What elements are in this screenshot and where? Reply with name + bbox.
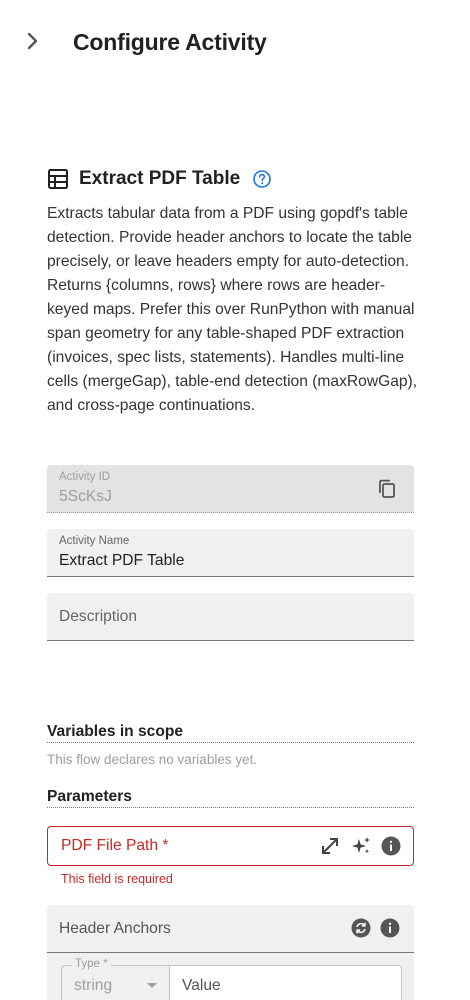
description-placeholder: Description — [59, 608, 137, 625]
header-anchors-header[interactable]: Header Anchors — [47, 905, 414, 953]
header-anchors-actions — [351, 918, 400, 938]
anchor-type-select[interactable]: Type * string — [61, 958, 169, 1000]
sparkles-icon[interactable] — [350, 835, 372, 857]
pdf-field-actions — [319, 835, 401, 857]
help-circle-icon[interactable] — [252, 169, 272, 189]
parameters-section-title: Parameters — [47, 788, 414, 808]
activity-name-field[interactable]: Activity Name Extract PDF Table — [47, 529, 414, 577]
refresh-icon[interactable] — [351, 918, 371, 938]
chevron-right-icon — [27, 32, 38, 50]
info-icon[interactable] — [380, 918, 400, 938]
activity-name-label: Activity Name — [59, 535, 130, 547]
pdf-file-path-label: PDF File Path * — [61, 837, 169, 854]
anchor-value-placeholder: Value — [182, 977, 221, 994]
copy-icon[interactable] — [376, 478, 398, 500]
info-icon[interactable] — [381, 836, 401, 856]
anchor-value-input[interactable]: Value — [169, 965, 402, 1000]
activity-id-field: Activity ID 5ScKsJ — [47, 465, 414, 513]
header-anchors-panel: Header Anchors Type * string Value — [47, 905, 414, 1000]
pdf-file-path-field[interactable]: PDF File Path * — [47, 826, 414, 866]
header-anchors-title: Header Anchors — [59, 920, 171, 937]
caret-down-icon — [147, 983, 157, 988]
activity-id-label: Activity ID — [59, 471, 111, 483]
activity-title: Extract PDF Table — [79, 168, 241, 189]
page-title: Configure Activity — [73, 29, 267, 55]
panel-header: Configure Activity — [0, 0, 470, 84]
activity-id-value: 5ScKsJ — [59, 488, 112, 505]
activity-description: Extracts tabular data from a PDF using g… — [47, 205, 418, 414]
variables-empty-note: This flow declares no variables yet. — [47, 752, 258, 767]
anchor-type-label: Type * — [72, 958, 111, 970]
anchor-type-value: string — [74, 977, 113, 994]
collapse-button[interactable] — [20, 28, 46, 54]
variables-section-title: Variables in scope — [47, 723, 414, 743]
activity-heading: Extract PDF Table — [47, 166, 272, 192]
pdf-file-path-error: This field is required — [61, 872, 173, 886]
description-field[interactable]: Description — [47, 593, 414, 641]
activity-name-value[interactable]: Extract PDF Table — [59, 552, 184, 570]
expand-diagonal-icon[interactable] — [319, 835, 341, 857]
table-icon — [48, 169, 68, 189]
